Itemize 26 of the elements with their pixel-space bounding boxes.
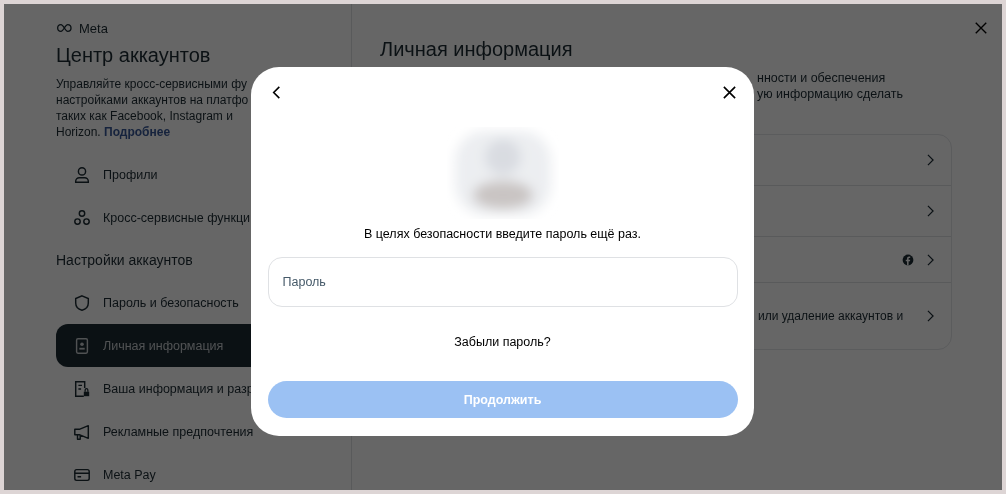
description-line: нности и обеспечения [757,70,886,86]
section-title: Личная информация [380,37,574,62]
brand-name: Meta [79,20,108,36]
page-title: Центр аккаунтов [56,43,212,68]
chevron-right-icon[interactable] [926,253,935,266]
security-prompt: В целях безопасности введите пароль ещё раз. [364,227,641,241]
row-text[interactable]: или удаление аккаунтов и [758,309,904,323]
nodes-icon [73,208,91,227]
person-icon [73,165,91,184]
chevron-right-icon[interactable] [926,310,935,322]
section-heading: Настройки аккаунтов [56,251,193,270]
sidebar-item[interactable]: Кросс-сервисные функци [56,196,336,239]
learn-more-link[interactable]: Подробнее [104,125,171,139]
document-lock-icon [73,379,91,398]
id-badge-icon [73,336,91,355]
chevron-right-icon[interactable] [926,154,935,166]
chevron-right-icon[interactable] [926,205,935,217]
megaphone-icon [73,422,91,441]
shield-icon [73,293,91,312]
sidebar-item[interactable]: Meta Pay [56,453,336,490]
forgot-password-link[interactable]: Забыли пароль? [454,335,551,349]
sidebar-item[interactable]: Профили [56,153,336,196]
description-line: ую информацию сделать [757,86,903,102]
close-icon[interactable] [722,85,737,100]
facebook-icon [902,253,914,266]
password-field[interactable]: Пароль [267,257,738,307]
